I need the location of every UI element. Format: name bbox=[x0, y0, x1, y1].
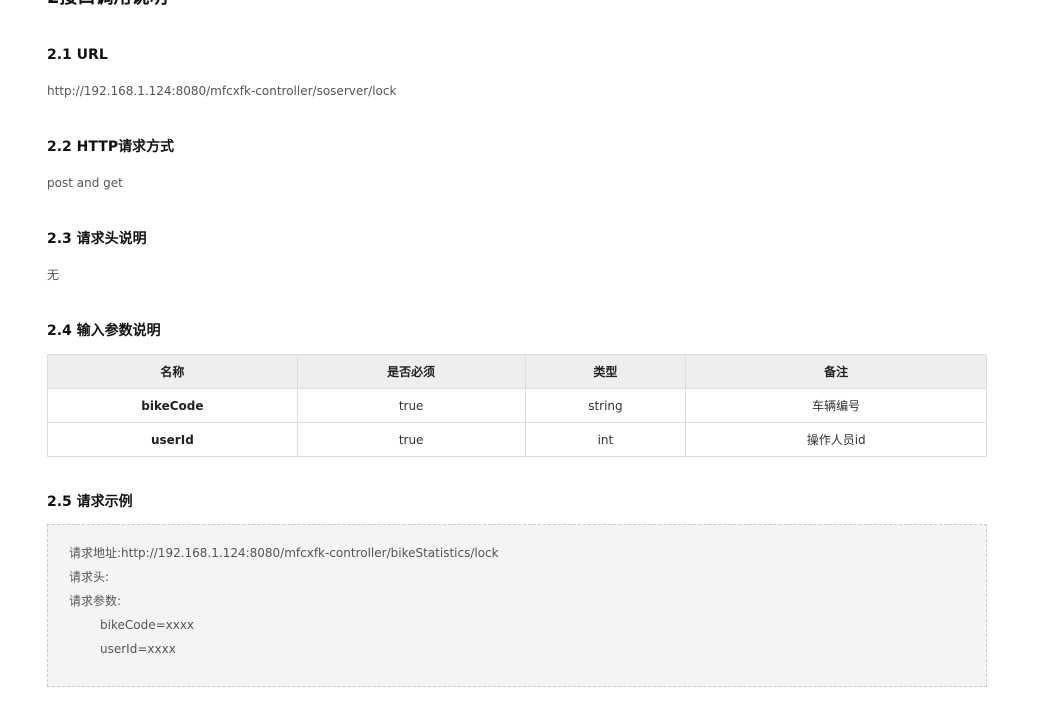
example-param-userid: userId=xxxx bbox=[100, 642, 176, 656]
table-row: userId true int 操作人员id bbox=[47, 422, 987, 457]
url-heading: 2.1 URL bbox=[47, 47, 108, 63]
col-header-type: 类型 bbox=[524, 354, 687, 389]
header-heading: 2.3 请求头说明 bbox=[47, 231, 147, 247]
col-header-name: 名称 bbox=[47, 354, 298, 389]
url-value: http://192.168.1.124:8080/mfcxfk-control… bbox=[47, 84, 397, 98]
cell-type: string bbox=[524, 388, 687, 423]
cell-required: true bbox=[296, 388, 526, 423]
col-header-remark: 备注 bbox=[685, 354, 987, 389]
example-heading: 2.5 请求示例 bbox=[47, 494, 133, 510]
example-address: 请求地址:http://192.168.1.124:8080/mfcxfk-co… bbox=[69, 546, 499, 560]
table-header-row: 名称 是否必须 类型 备注 bbox=[47, 354, 987, 389]
header-value: 无 bbox=[47, 268, 60, 282]
section-title: 2接口调用说明 bbox=[47, 0, 168, 8]
method-value: post and get bbox=[47, 176, 123, 190]
request-example-block: 请求地址:http://192.168.1.124:8080/mfcxfk-co… bbox=[47, 524, 987, 687]
cell-remark: 操作人员id bbox=[685, 422, 987, 457]
example-params-label: 请求参数: bbox=[69, 594, 122, 608]
params-table: 名称 是否必须 类型 备注 bikeCode true string 车辆编号 … bbox=[47, 354, 987, 457]
example-param-bikecode: bikeCode=xxxx bbox=[100, 618, 195, 632]
col-header-required: 是否必须 bbox=[296, 354, 526, 389]
cell-name: bikeCode bbox=[47, 388, 298, 423]
cell-type: int bbox=[524, 422, 687, 457]
cell-name: userId bbox=[47, 422, 298, 457]
method-heading: 2.2 HTTP请求方式 bbox=[47, 139, 175, 155]
params-heading: 2.4 输入参数说明 bbox=[47, 323, 161, 339]
example-header: 请求头: bbox=[69, 570, 110, 584]
cell-required: true bbox=[296, 422, 526, 457]
cell-remark: 车辆编号 bbox=[685, 388, 987, 423]
api-doc-page: 2接口调用说明 2.1 URL http://192.168.1.124:808… bbox=[0, 0, 1037, 702]
table-row: bikeCode true string 车辆编号 bbox=[47, 388, 987, 423]
